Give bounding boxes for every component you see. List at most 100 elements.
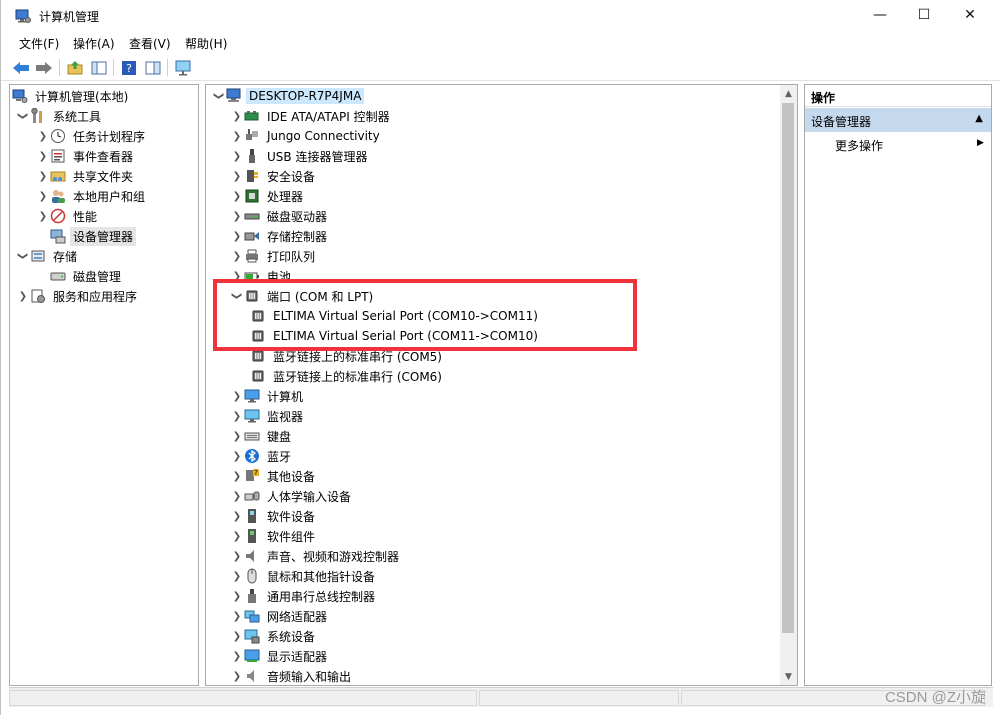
device-category[interactable]: ❯ 计算机 bbox=[230, 386, 306, 406]
device-category[interactable]: ❯ 软件设备 bbox=[230, 506, 318, 526]
nav-tree-item[interactable]: ❯ 本地用户和组 bbox=[36, 186, 148, 206]
menu-file[interactable]: 文件(F) bbox=[19, 35, 59, 52]
expand-chevron-icon[interactable]: ❯ bbox=[230, 266, 244, 286]
nav-tree-item[interactable]: 计算机管理(本地) bbox=[12, 86, 131, 106]
expand-chevron-icon[interactable]: ❯ bbox=[230, 546, 244, 566]
nav-tree-item[interactable]: ❯ 性能 bbox=[36, 206, 100, 226]
actions-section-device-manager[interactable]: 设备管理器 ▲ bbox=[805, 108, 991, 132]
expand-chevron-icon[interactable]: ❯ bbox=[230, 386, 244, 406]
device-category[interactable]: ❯? 其他设备 bbox=[230, 466, 318, 486]
device-category[interactable]: ❯ 磁盘驱动器 bbox=[230, 206, 330, 226]
device-category[interactable]: ❯ 鼠标和其他指针设备 bbox=[230, 566, 378, 586]
menu-action[interactable]: 操作(A) bbox=[73, 35, 115, 52]
device-category[interactable]: ❯ 监视器 bbox=[230, 406, 306, 426]
expand-chevron-icon[interactable]: ❯ bbox=[230, 206, 244, 226]
vertical-scrollbar[interactable]: ▲ ▼ bbox=[780, 85, 797, 685]
device-item[interactable]: ELTIMA Virtual Serial Port (COM11->COM10… bbox=[250, 326, 541, 346]
device-category[interactable]: ❯ Jungo Connectivity bbox=[230, 126, 383, 146]
close-button[interactable]: ✕ bbox=[947, 0, 993, 30]
computer-manage-icon bbox=[12, 88, 28, 104]
nav-tree-item[interactable]: 设备管理器 bbox=[36, 226, 137, 246]
device-category[interactable]: ❯ USB 连接器管理器 bbox=[230, 146, 370, 166]
menu-view[interactable]: 查看(V) bbox=[129, 35, 171, 52]
device-label: USB 连接器管理器 bbox=[267, 149, 368, 164]
expand-chevron-icon[interactable]: ❯ bbox=[230, 466, 244, 486]
expand-chevron-icon[interactable]: ❯ bbox=[36, 166, 50, 186]
expand-chevron-icon[interactable]: ❯ bbox=[230, 646, 244, 666]
device-category[interactable]: ❯ IDE ATA/ATAPI 控制器 bbox=[230, 106, 393, 126]
collapse-chevron-icon[interactable]: ❯ bbox=[13, 249, 33, 263]
forward-arrow-icon[interactable] bbox=[34, 58, 54, 77]
device-category[interactable]: ❯ 通用串行总线控制器 bbox=[230, 586, 378, 606]
device-category[interactable]: ❯ 软件组件 bbox=[230, 526, 318, 546]
properties-icon[interactable] bbox=[143, 58, 163, 77]
expand-chevron-icon[interactable]: ❯ bbox=[230, 486, 244, 506]
device-category[interactable]: ❯ 端口 (COM 和 LPT) bbox=[230, 286, 376, 306]
nav-tree-item[interactable]: 磁盘管理 bbox=[36, 266, 124, 286]
nav-tree-item[interactable]: ❯ 存储 bbox=[16, 246, 80, 266]
device-category[interactable]: ❯ 电池 bbox=[230, 266, 294, 286]
collapse-chevron-icon[interactable]: ❯ bbox=[227, 289, 247, 303]
nav-tree-item[interactable]: ❯ 系统工具 bbox=[16, 106, 104, 126]
menu-help[interactable]: 帮助(H) bbox=[185, 35, 227, 52]
monitor-icon[interactable] bbox=[173, 58, 193, 77]
device-category[interactable]: ❯ 显示适配器 bbox=[230, 646, 330, 666]
device-tree-root[interactable]: ❯ DESKTOP-R7P4JMA bbox=[209, 86, 365, 106]
device-category[interactable]: ❯ 网络适配器 bbox=[230, 606, 330, 626]
expand-chevron-icon[interactable]: ❯ bbox=[36, 206, 50, 226]
collapse-chevron-icon[interactable]: ❯ bbox=[13, 109, 33, 123]
expand-chevron-icon[interactable]: ❯ bbox=[230, 146, 244, 166]
scroll-up-icon[interactable]: ▲ bbox=[780, 85, 797, 102]
device-category[interactable]: ❯ 安全设备 bbox=[230, 166, 318, 186]
expand-chevron-icon[interactable]: ❯ bbox=[230, 626, 244, 646]
device-item[interactable]: ELTIMA Virtual Serial Port (COM10->COM11… bbox=[250, 306, 541, 326]
expand-chevron-icon[interactable]: ❯ bbox=[230, 606, 244, 626]
show-hide-tree-icon[interactable] bbox=[89, 58, 109, 77]
disk-drive-icon bbox=[244, 208, 260, 224]
scrollbar-thumb[interactable] bbox=[782, 103, 794, 633]
expand-chevron-icon[interactable]: ❯ bbox=[230, 246, 244, 266]
device-category[interactable]: ❯ 键盘 bbox=[230, 426, 294, 446]
nav-tree-item[interactable]: ❯ 共享文件夹 bbox=[36, 166, 136, 186]
expand-chevron-icon[interactable]: ❯ bbox=[230, 106, 244, 126]
help-icon[interactable]: ? bbox=[119, 58, 139, 77]
back-arrow-icon[interactable] bbox=[11, 58, 31, 77]
device-category[interactable]: ❯ 存储控制器 bbox=[230, 226, 330, 246]
expand-chevron-icon[interactable]: ❯ bbox=[230, 186, 244, 206]
device-category[interactable]: ❯ 声音、视频和游戏控制器 bbox=[230, 546, 402, 566]
expand-chevron-icon[interactable]: ❯ bbox=[36, 146, 50, 166]
device-category[interactable]: ❯ 蓝牙 bbox=[230, 446, 294, 466]
expand-chevron-icon[interactable]: ❯ bbox=[230, 446, 244, 466]
expand-chevron-icon[interactable]: ❯ bbox=[230, 566, 244, 586]
device-category[interactable]: ❯ 系统设备 bbox=[230, 626, 318, 646]
device-item[interactable]: 蓝牙链接上的标准串行 (COM5) bbox=[250, 346, 445, 366]
expand-chevron-icon[interactable]: ❯ bbox=[230, 166, 244, 186]
expand-chevron-icon[interactable]: ❯ bbox=[230, 406, 244, 426]
collapse-up-icon[interactable]: ▲ bbox=[975, 113, 983, 124]
scroll-down-icon[interactable]: ▼ bbox=[780, 668, 797, 685]
device-category[interactable]: ❯ 处理器 bbox=[230, 186, 306, 206]
more-actions-item[interactable]: 更多操作 bbox=[835, 137, 883, 154]
expand-chevron-icon[interactable]: ❯ bbox=[230, 586, 244, 606]
expand-chevron-icon[interactable]: ❯ bbox=[36, 186, 50, 206]
expand-chevron-icon[interactable]: ❯ bbox=[230, 506, 244, 526]
expand-chevron-icon[interactable]: ❯ bbox=[230, 126, 244, 146]
minimize-button[interactable]: — bbox=[857, 0, 903, 30]
device-category[interactable]: ❯ 打印队列 bbox=[230, 246, 318, 266]
nav-tree-item[interactable]: ❯ 服务和应用程序 bbox=[16, 286, 140, 306]
device-label: IDE ATA/ATAPI 控制器 bbox=[267, 109, 390, 124]
expand-chevron-icon[interactable]: ❯ bbox=[230, 666, 244, 685]
expand-chevron-icon[interactable]: ❯ bbox=[230, 226, 244, 246]
device-item[interactable]: 蓝牙链接上的标准串行 (COM6) bbox=[250, 366, 445, 386]
device-category[interactable]: ❯ 人体学输入设备 bbox=[230, 486, 354, 506]
expand-chevron-icon[interactable]: ❯ bbox=[230, 526, 244, 546]
expand-chevron-icon[interactable]: ❯ bbox=[36, 126, 50, 146]
nav-tree-item[interactable]: ❯ 任务计划程序 bbox=[36, 126, 148, 146]
maximize-button[interactable]: ☐ bbox=[901, 0, 947, 30]
expand-chevron-icon[interactable]: ❯ bbox=[230, 426, 244, 446]
collapse-chevron-icon[interactable]: ❯ bbox=[209, 89, 229, 103]
nav-tree-item[interactable]: ❯ 事件查看器 bbox=[36, 146, 136, 166]
expand-chevron-icon[interactable]: ❯ bbox=[16, 286, 30, 306]
up-folder-icon[interactable] bbox=[65, 58, 85, 77]
device-category[interactable]: ❯ 音频输入和输出 bbox=[230, 666, 354, 685]
